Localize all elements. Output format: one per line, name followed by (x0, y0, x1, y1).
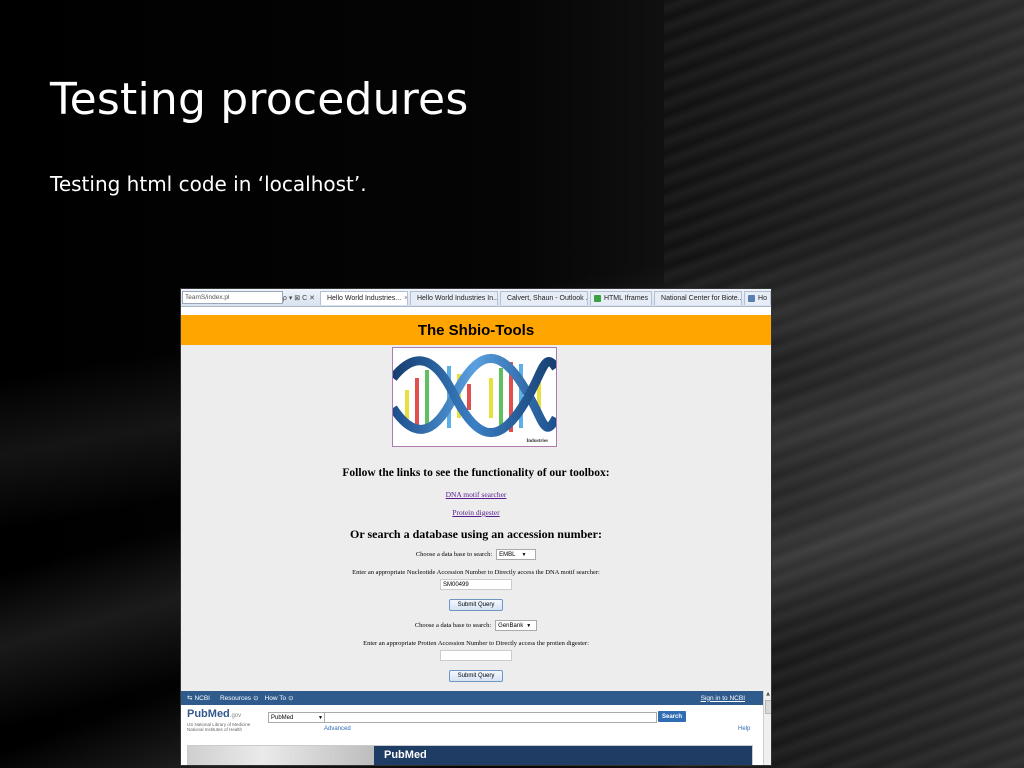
dna-motif-link-text[interactable]: DNA motif searcher (446, 490, 507, 499)
tab-favicon-icon (748, 294, 756, 302)
pubmed-logo[interactable]: PubMed.gov (187, 708, 241, 720)
dna-helix-illustration (393, 353, 556, 438)
advanced-link[interactable]: Advanced (324, 726, 351, 732)
form2-instruction: Enter an appropriate Protien Accession N… (363, 640, 589, 647)
pubmed-banner: PubMed (187, 745, 753, 765)
tab-favicon-icon (593, 294, 601, 302)
ncbi-logo-icon: ⇆ (187, 695, 193, 702)
search-heading: Or search a database using an accession … (350, 527, 602, 541)
form1-db-select[interactable]: EMBL ▼ (496, 549, 537, 560)
chevron-down-icon: ▼ (521, 551, 527, 558)
site-header: The Shbio-Tools (181, 315, 771, 345)
pubmed-search-button[interactable]: Search (658, 711, 687, 722)
submit-query-button-1[interactable]: Submit Query (448, 599, 504, 611)
dna-motif-link: DNA motif searcher (181, 490, 771, 499)
tab-label: National Center for Biote... (661, 294, 743, 302)
chevron-down-icon: ⊙ (253, 695, 259, 702)
form2-submit-row: Submit Query (181, 670, 771, 682)
scroll-up-icon[interactable]: ▲ (764, 691, 771, 699)
browser-tab[interactable]: National Center for Biote... (654, 290, 743, 305)
form1-instruction-row: Enter an appropriate Nucleotide Accessio… (181, 569, 771, 576)
chevron-down-icon: ▼ (526, 622, 532, 629)
iframe-scrollbar[interactable]: ▲ (763, 691, 771, 765)
protein-accession-input[interactable] (440, 650, 512, 661)
banner-title: PubMed (384, 749, 427, 761)
form1-input-row: SM00499 (181, 579, 771, 590)
form1-db-value: EMBL (499, 551, 516, 558)
sign-in-link[interactable]: Sign in to NCBI (701, 695, 745, 702)
pubmed-gov-suffix: .gov (229, 713, 242, 719)
submit-query-button-2[interactable]: Submit Query (448, 670, 504, 682)
form2-choose-label: Choose a data base to search: (414, 622, 492, 629)
browser-tab[interactable]: Hello World Industries In... (409, 290, 498, 305)
tab-label: Calvert, Shaun - Outlook ... (506, 294, 588, 302)
address-text: TeamS/index.pl (185, 294, 230, 301)
pubmed-search-area: PubMed.gov US National Library of Medici… (181, 705, 763, 765)
browser-screenshot: TeamS/index.pl ρ ▾ ⊠ C ✕ Hello World Ind… (181, 289, 771, 765)
protein-digester-link-text[interactable]: Protein digester (452, 508, 499, 517)
pubmed-logo-text: PubMed (187, 708, 230, 720)
form1-submit-row: Submit Query (181, 599, 771, 611)
howto-menu[interactable]: How To ⊙ (264, 694, 294, 703)
pubmed-search-input[interactable] (324, 712, 657, 723)
browser-tab[interactable]: Calvert, Shaun - Outlook ... (499, 290, 588, 305)
browser-tab[interactable]: Ho (744, 290, 771, 305)
nucleotide-accession-input[interactable]: SM00499 (440, 579, 512, 590)
form1-choose-label: Choose a data base to search: (415, 551, 493, 558)
follow-heading: Follow the links to see the functionalit… (342, 467, 610, 479)
scroll-thumb[interactable] (765, 700, 771, 714)
form2-input-row (181, 650, 771, 661)
pubmed-db-select[interactable]: PubMed ▼ (268, 712, 326, 723)
ncbi-top-bar: ⇆ NCBI Resources ⊙ How To ⊙ Sign in to N… (181, 691, 763, 705)
tab-label: HTML Iframes (603, 294, 649, 302)
page-top-bar (181, 307, 771, 315)
chevron-down-icon: ⊙ (288, 695, 294, 702)
ncbi-logo[interactable]: ⇆ NCBI (187, 694, 210, 703)
form2-db-value: GenBank (498, 622, 524, 629)
banner-image (188, 746, 374, 765)
help-link[interactable]: Help (738, 726, 750, 732)
form1-db-row: Choose a data base to search: EMBL ▼ (181, 549, 771, 560)
slide-subtitle: Testing html code in ‘localhost’. (50, 172, 367, 196)
tab-label: Ho (758, 294, 767, 302)
image-caption: Industries (526, 439, 548, 444)
browser-tab[interactable]: Hello World Industries... × (319, 290, 408, 305)
close-icon[interactable]: × (404, 295, 407, 302)
howto-label: How To (264, 694, 287, 702)
browser-tab[interactable]: HTML Iframes (589, 290, 653, 305)
form2-db-row: Choose a data base to search: GenBank ▼ (181, 620, 771, 631)
resources-menu[interactable]: Resources ⊙ (219, 694, 259, 703)
tab-label: Hello World Industries In... (416, 294, 498, 302)
form2-db-select[interactable]: GenBank ▼ (495, 620, 538, 631)
chevron-down-icon: ▼ (318, 714, 323, 721)
resources-label: Resources (219, 694, 252, 702)
address-tools[interactable]: ρ ▾ ⊠ C ✕ (283, 294, 315, 302)
form1-instruction: Enter an appropriate Nucleotide Accessio… (352, 569, 600, 576)
dna-image: Industries (392, 347, 557, 447)
browser-tab-bar: TeamS/index.pl ρ ▾ ⊠ C ✕ Hello World Ind… (181, 289, 771, 307)
address-bar[interactable]: TeamS/index.pl (182, 291, 283, 304)
nucleotide-accession-value: SM00499 (443, 581, 469, 588)
pubmed-sub-line2: National Institutes of Health (187, 727, 243, 732)
form2-instruction-row: Enter an appropriate Protien Accession N… (181, 640, 771, 647)
tab-label: Hello World Industries... (326, 294, 402, 302)
site-title: The Shbio-Tools (417, 321, 535, 339)
ncbi-logo-text: NCBI (194, 694, 210, 702)
slide-title: Testing procedures (50, 74, 469, 125)
pubmed-subtitle: US National Library of Medicine National… (187, 722, 250, 732)
pubmed-db-value: PubMed (271, 714, 294, 721)
tabs-container: Hello World Industries... × Hello World In… (318, 290, 771, 305)
protein-digester-link: Protein digester (181, 508, 771, 517)
